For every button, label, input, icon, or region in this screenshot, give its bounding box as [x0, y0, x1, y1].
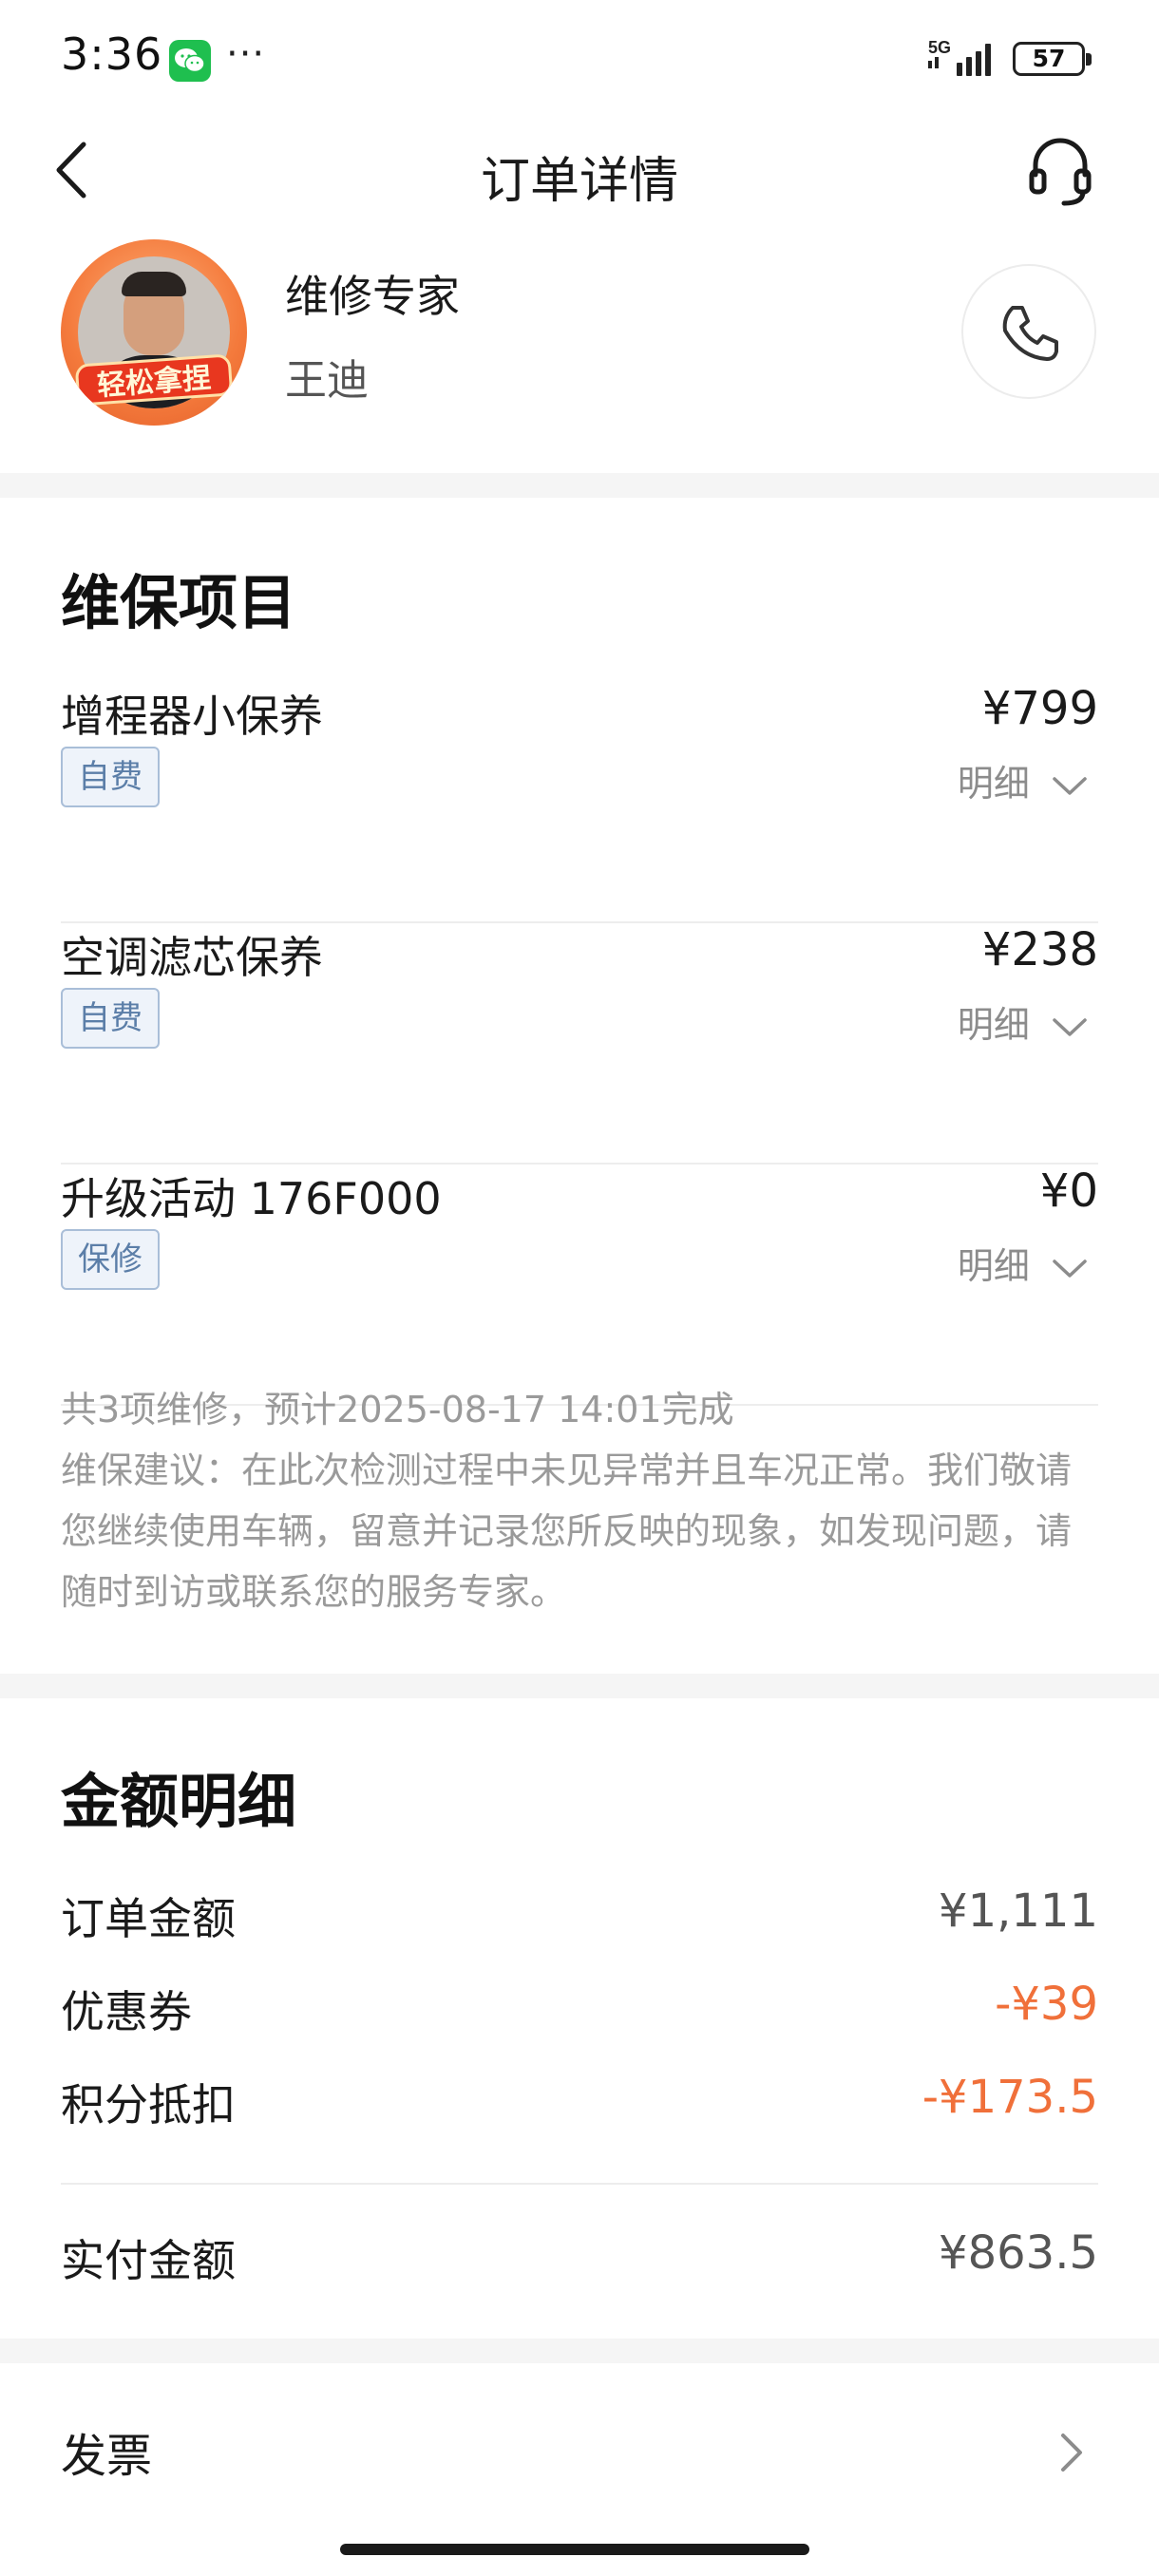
page-title: 订单详情: [480, 153, 678, 210]
amount-row-coupon: 优惠券 -¥39: [61, 1978, 1098, 2044]
detail-toggle[interactable]: 明细: [958, 995, 1089, 1048]
detail-toggle[interactable]: 明细: [958, 1237, 1089, 1289]
amount-title: 金额明细: [61, 1767, 297, 1836]
expert-role: 维修专家: [285, 271, 460, 322]
paid-value: ¥863.5: [939, 2226, 1098, 2280]
maintenance-item: 空调滤芯保养 ¥238 自费 明细: [61, 923, 1098, 1165]
item-name: 升级活动 176F000: [61, 1173, 442, 1224]
service-expert-card: 轻松拿捏 维修专家 王迪: [0, 228, 1159, 475]
more-notifications-icon: ···: [226, 32, 266, 76]
battery-icon: 57: [1013, 42, 1092, 76]
maintenance-title: 维保项目: [61, 568, 297, 637]
discount-value: -¥173.5: [922, 2071, 1098, 2124]
nav-bar: 订单详情: [0, 114, 1159, 228]
signal-icon: 5G: [928, 38, 991, 76]
call-button[interactable]: [961, 264, 1096, 399]
payment-type-tag: 保修: [61, 1229, 160, 1290]
item-price: ¥799: [981, 682, 1098, 735]
detail-label: 明细: [957, 1004, 1030, 1046]
item-name: 空调滤芯保养: [61, 932, 323, 983]
section-gap: [0, 1674, 1159, 1698]
maintenance-item: 增程器小保养 ¥799 自费 明细: [61, 682, 1098, 923]
payment-type-tag: 自费: [61, 747, 160, 807]
wechat-notification-icon: [169, 40, 211, 82]
chevron-down-icon: [1053, 776, 1087, 795]
amount-label: 优惠券: [61, 1986, 192, 2037]
discount-value: -¥39: [995, 1978, 1098, 2031]
home-indicator[interactable]: [340, 2544, 809, 2555]
maintenance-advice: 维保建议：在此次检测过程中未见异常并且车况正常。我们敬请您继续使用车辆，留意并记…: [61, 1449, 1073, 1613]
maintenance-summary: 共3项维修，预计2025-08-17 14:01完成: [61, 1389, 734, 1430]
amount-row-points: 积分抵扣 -¥173.5: [61, 2071, 1098, 2137]
invoice-row[interactable]: 发票: [0, 2384, 1159, 2517]
item-price: ¥238: [981, 923, 1098, 976]
status-bar: 3:36 ··· 5G 57: [0, 0, 1159, 114]
item-name: 增程器小保养: [61, 691, 323, 742]
chevron-right-icon: [1061, 2434, 1082, 2472]
expert-name: 王迪: [285, 356, 369, 405]
phone-icon: [1002, 306, 1058, 361]
detail-label: 明细: [957, 1245, 1030, 1287]
customer-service-icon[interactable]: [1026, 133, 1094, 209]
amount-label: 订单金额: [61, 1893, 236, 1944]
chevron-down-icon: [1053, 1017, 1087, 1036]
amount-row-paid: 实付金额 ¥863.5: [61, 2226, 1098, 2293]
section-gap: [0, 2339, 1159, 2363]
avatar: 轻松拿捏: [61, 239, 247, 426]
chevron-down-icon: [1053, 1259, 1087, 1278]
network-type: 5G: [928, 38, 951, 57]
divider: [61, 2183, 1098, 2185]
section-gap: [0, 473, 1159, 498]
invoice-label: 发票: [61, 2430, 153, 2483]
detail-label: 明细: [957, 763, 1030, 805]
amount-row-order: 订单金额 ¥1,111: [61, 1885, 1098, 1951]
item-price: ¥0: [1039, 1165, 1098, 1218]
detail-toggle[interactable]: 明细: [958, 754, 1089, 806]
paid-label: 实付金额: [61, 2235, 236, 2286]
battery-level: 57: [1032, 45, 1066, 72]
amount-value: ¥1,111: [939, 1885, 1098, 1938]
amount-label: 积分抵扣: [61, 2079, 236, 2131]
payment-type-tag: 自费: [61, 988, 160, 1049]
status-time: 3:36: [61, 28, 163, 80]
maintenance-item: 升级活动 176F000 ¥0 保修 明细: [61, 1165, 1098, 1406]
